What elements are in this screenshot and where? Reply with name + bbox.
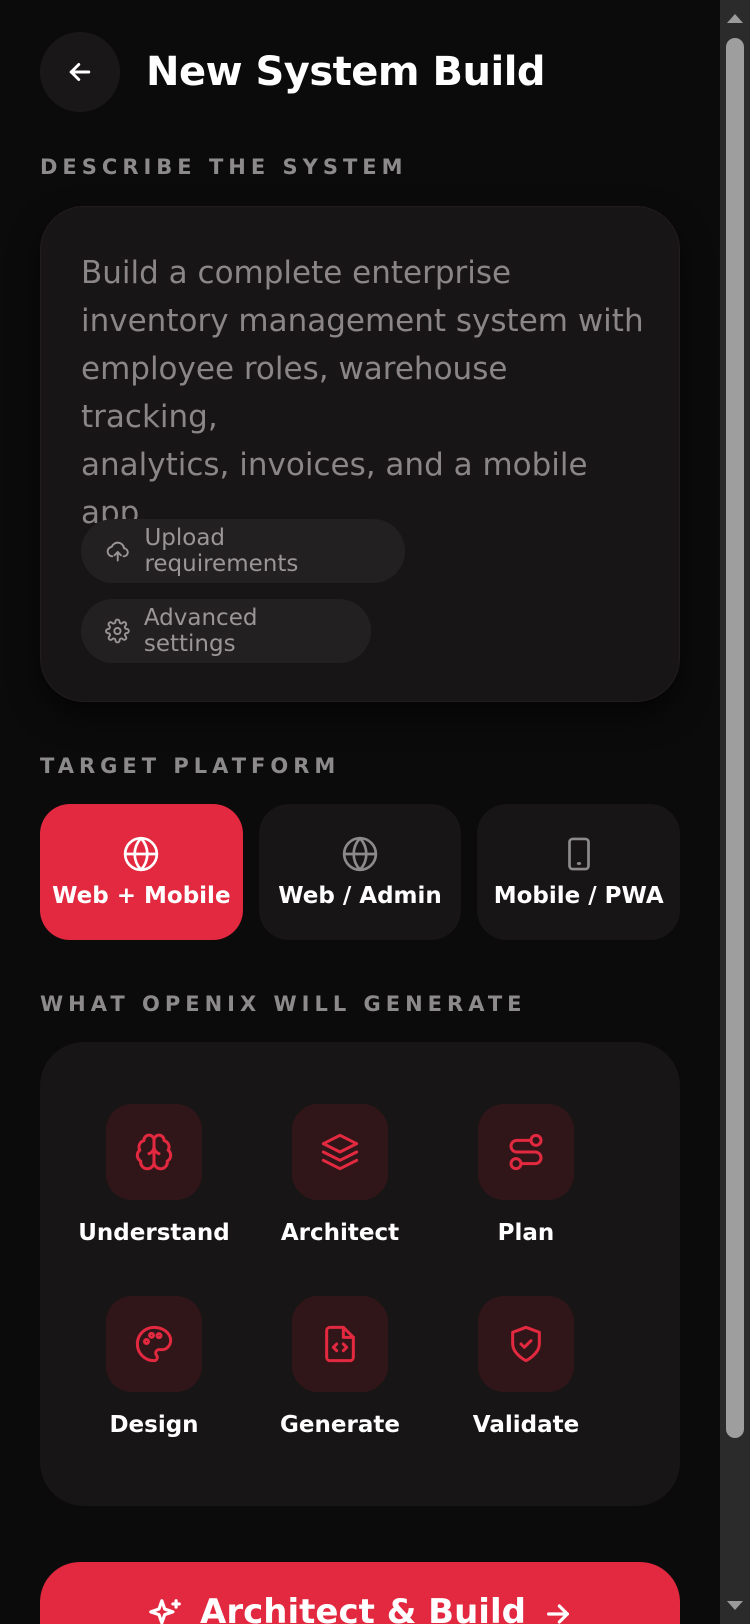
platform-option-mobile-pwa[interactable]: Mobile / PWA bbox=[477, 804, 681, 940]
generate-item-label: Design bbox=[109, 1412, 199, 1438]
scroll-thumb[interactable] bbox=[726, 38, 744, 1438]
page: New System Build DESCRIBE THE SYSTEM Bui… bbox=[0, 0, 720, 1624]
layers-icon bbox=[321, 1133, 359, 1171]
generate-item-label: Understand bbox=[78, 1220, 230, 1246]
icon-tile bbox=[292, 1104, 388, 1200]
upload-requirements-button[interactable]: Upload requirements bbox=[81, 519, 405, 583]
globe-icon bbox=[124, 836, 159, 872]
icon-tile bbox=[106, 1104, 202, 1200]
platform-selector: Web + Mobile Web / Admin Mobile / PWA bbox=[40, 804, 681, 940]
shield-check-icon bbox=[511, 1325, 541, 1363]
scrollbar[interactable] bbox=[720, 0, 750, 1624]
generate-item-label: Architect bbox=[280, 1220, 400, 1246]
generate-item-plan: Plan bbox=[433, 1104, 619, 1246]
generate-item-architect: Architect bbox=[247, 1104, 433, 1246]
globe-icon bbox=[342, 836, 378, 872]
generate-item-validate: Validate bbox=[433, 1296, 619, 1438]
generate-card: Understand Architect Plan Design Generat… bbox=[40, 1042, 680, 1506]
architect-build-label: Architect & Build bbox=[200, 1592, 526, 1624]
advanced-settings-label: Advanced settings bbox=[143, 605, 258, 657]
cloud-upload-icon bbox=[106, 541, 129, 562]
arrow-right-icon bbox=[547, 1604, 569, 1624]
generate-item-label: Plan bbox=[497, 1220, 555, 1246]
icon-tile bbox=[478, 1296, 574, 1392]
platform-option-label: Mobile / PWA bbox=[493, 883, 664, 909]
description-line: analytics, invoices, and a mobile bbox=[81, 447, 588, 483]
header: New System Build bbox=[40, 32, 546, 112]
describe-card[interactable]: Build a complete enterprise inventory ma… bbox=[40, 206, 680, 702]
upload-requirements-label: Upload requirements bbox=[144, 525, 299, 577]
back-button[interactable] bbox=[40, 32, 120, 112]
advanced-settings-button[interactable]: Advanced settings bbox=[81, 599, 371, 663]
palette-icon bbox=[135, 1325, 173, 1363]
icon-tile bbox=[478, 1104, 574, 1200]
gear-icon bbox=[105, 618, 130, 644]
description-textarea[interactable]: Build a complete enterprise inventory ma… bbox=[81, 249, 651, 537]
generate-item-understand: Understand bbox=[61, 1104, 247, 1246]
section-label-generate: WHAT OPENIX WILL GENERATE bbox=[40, 992, 527, 1016]
tablet-icon bbox=[567, 837, 590, 871]
platform-option-label: Web / Admin bbox=[278, 883, 442, 909]
icon-tile bbox=[292, 1296, 388, 1392]
generate-item-label: Generate bbox=[280, 1412, 400, 1438]
section-label-platform: TARGET PLATFORM bbox=[40, 754, 341, 778]
brain-icon bbox=[135, 1133, 173, 1171]
description-line: employee roles, warehouse tracking, bbox=[81, 351, 508, 435]
sparkles-icon bbox=[149, 1599, 181, 1624]
page-title: New System Build bbox=[146, 49, 546, 95]
platform-option-web-admin[interactable]: Web / Admin bbox=[258, 804, 462, 940]
icon-tile bbox=[106, 1296, 202, 1392]
description-line: Build a complete enterprise bbox=[81, 255, 512, 291]
arrow-left-icon bbox=[69, 63, 91, 81]
file-code-icon bbox=[325, 1325, 355, 1363]
scroll-up-arrow-icon[interactable] bbox=[727, 14, 743, 23]
platform-option-label: Web + Mobile bbox=[52, 883, 231, 909]
platform-option-web-mobile[interactable]: Web + Mobile bbox=[40, 804, 243, 940]
description-line: inventory management system with bbox=[81, 303, 644, 339]
scroll-down-arrow-icon[interactable] bbox=[727, 1601, 743, 1610]
generate-item-generate: Generate bbox=[247, 1296, 433, 1438]
architect-build-button[interactable]: Architect & Build bbox=[40, 1562, 680, 1624]
generate-item-label: Validate bbox=[472, 1412, 580, 1438]
section-label-describe: DESCRIBE THE SYSTEM bbox=[40, 155, 408, 179]
route-icon bbox=[509, 1133, 543, 1171]
generate-item-design: Design bbox=[61, 1296, 247, 1438]
